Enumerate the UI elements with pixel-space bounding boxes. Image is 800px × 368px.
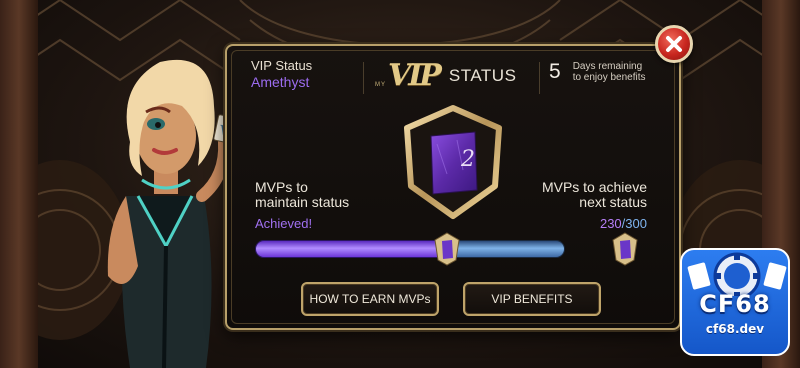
header-divider [363,62,364,94]
vip-status-dialog: VIP Status Amethyst MY VIP STATUS 5 Days… [225,44,681,330]
shield-badge-icon: 2 [404,105,502,219]
vip-status-label: VIP Status [251,58,313,73]
watermark-domain: cf68.dev [705,322,765,336]
maintain-label: MVPs to maintain status [255,180,349,210]
close-button[interactable] [655,25,693,63]
days-text-line1: Days remaining [572,61,643,72]
days-text-line2: to enjoy benefits [572,72,646,83]
days-remaining-block: 5 Days remaining to enjoy benefits [549,60,646,84]
game-scene: V VIP Status Amethyst MY VIP STATUS 5 [0,0,800,368]
badge-level-number: 2 [460,147,475,172]
amethyst-gem-icon [612,232,638,266]
vip-status-value: Amethyst [251,74,310,90]
watermark-logo: CF68 cf68.dev [680,248,790,356]
achieve-label-line2: next status [579,194,647,210]
my-vip-status-logo: MY VIP STATUS [375,58,516,94]
vip-benefits-button[interactable]: VIP BENEFITS [463,282,601,316]
dialog-header: VIP Status Amethyst MY VIP STATUS 5 Days… [227,46,679,100]
days-remaining-text: Days remaining to enjoy benefits [573,61,646,83]
amethyst-gem-icon [434,232,460,266]
how-to-earn-button[interactable]: HOW TO EARN MVPs [301,282,439,316]
logo-my-text: MY [375,82,386,88]
header-divider [539,62,540,94]
character-illustration: V [107,59,237,368]
watermark-brand: CF68 [699,290,771,318]
achieve-status-block: MVPs to achieve next status 230/300 [542,180,647,232]
maintain-state: Achieved! [255,216,313,231]
days-remaining-count: 5 [549,60,561,83]
achieve-count: 230/300 [542,216,647,231]
achieve-max: 300 [625,216,647,231]
vip-status-block: VIP Status Amethyst [251,58,312,90]
achieve-current: 230 [599,216,622,231]
close-x-icon [666,36,682,52]
maintain-label-line1: MVPs to [255,179,308,195]
logo-status-text: STATUS [448,66,517,85]
mvp-progress-bar [255,240,565,258]
achieve-label: MVPs to achieve next status [542,180,647,210]
achieve-label-line1: MVPs to achieve [541,179,647,195]
progress-fill [255,240,447,258]
logo-vip-text: VIP [388,58,442,93]
maintain-label-line2: maintain status [255,194,350,210]
maintain-status-block: MVPs to maintain status Achieved! [255,180,349,232]
